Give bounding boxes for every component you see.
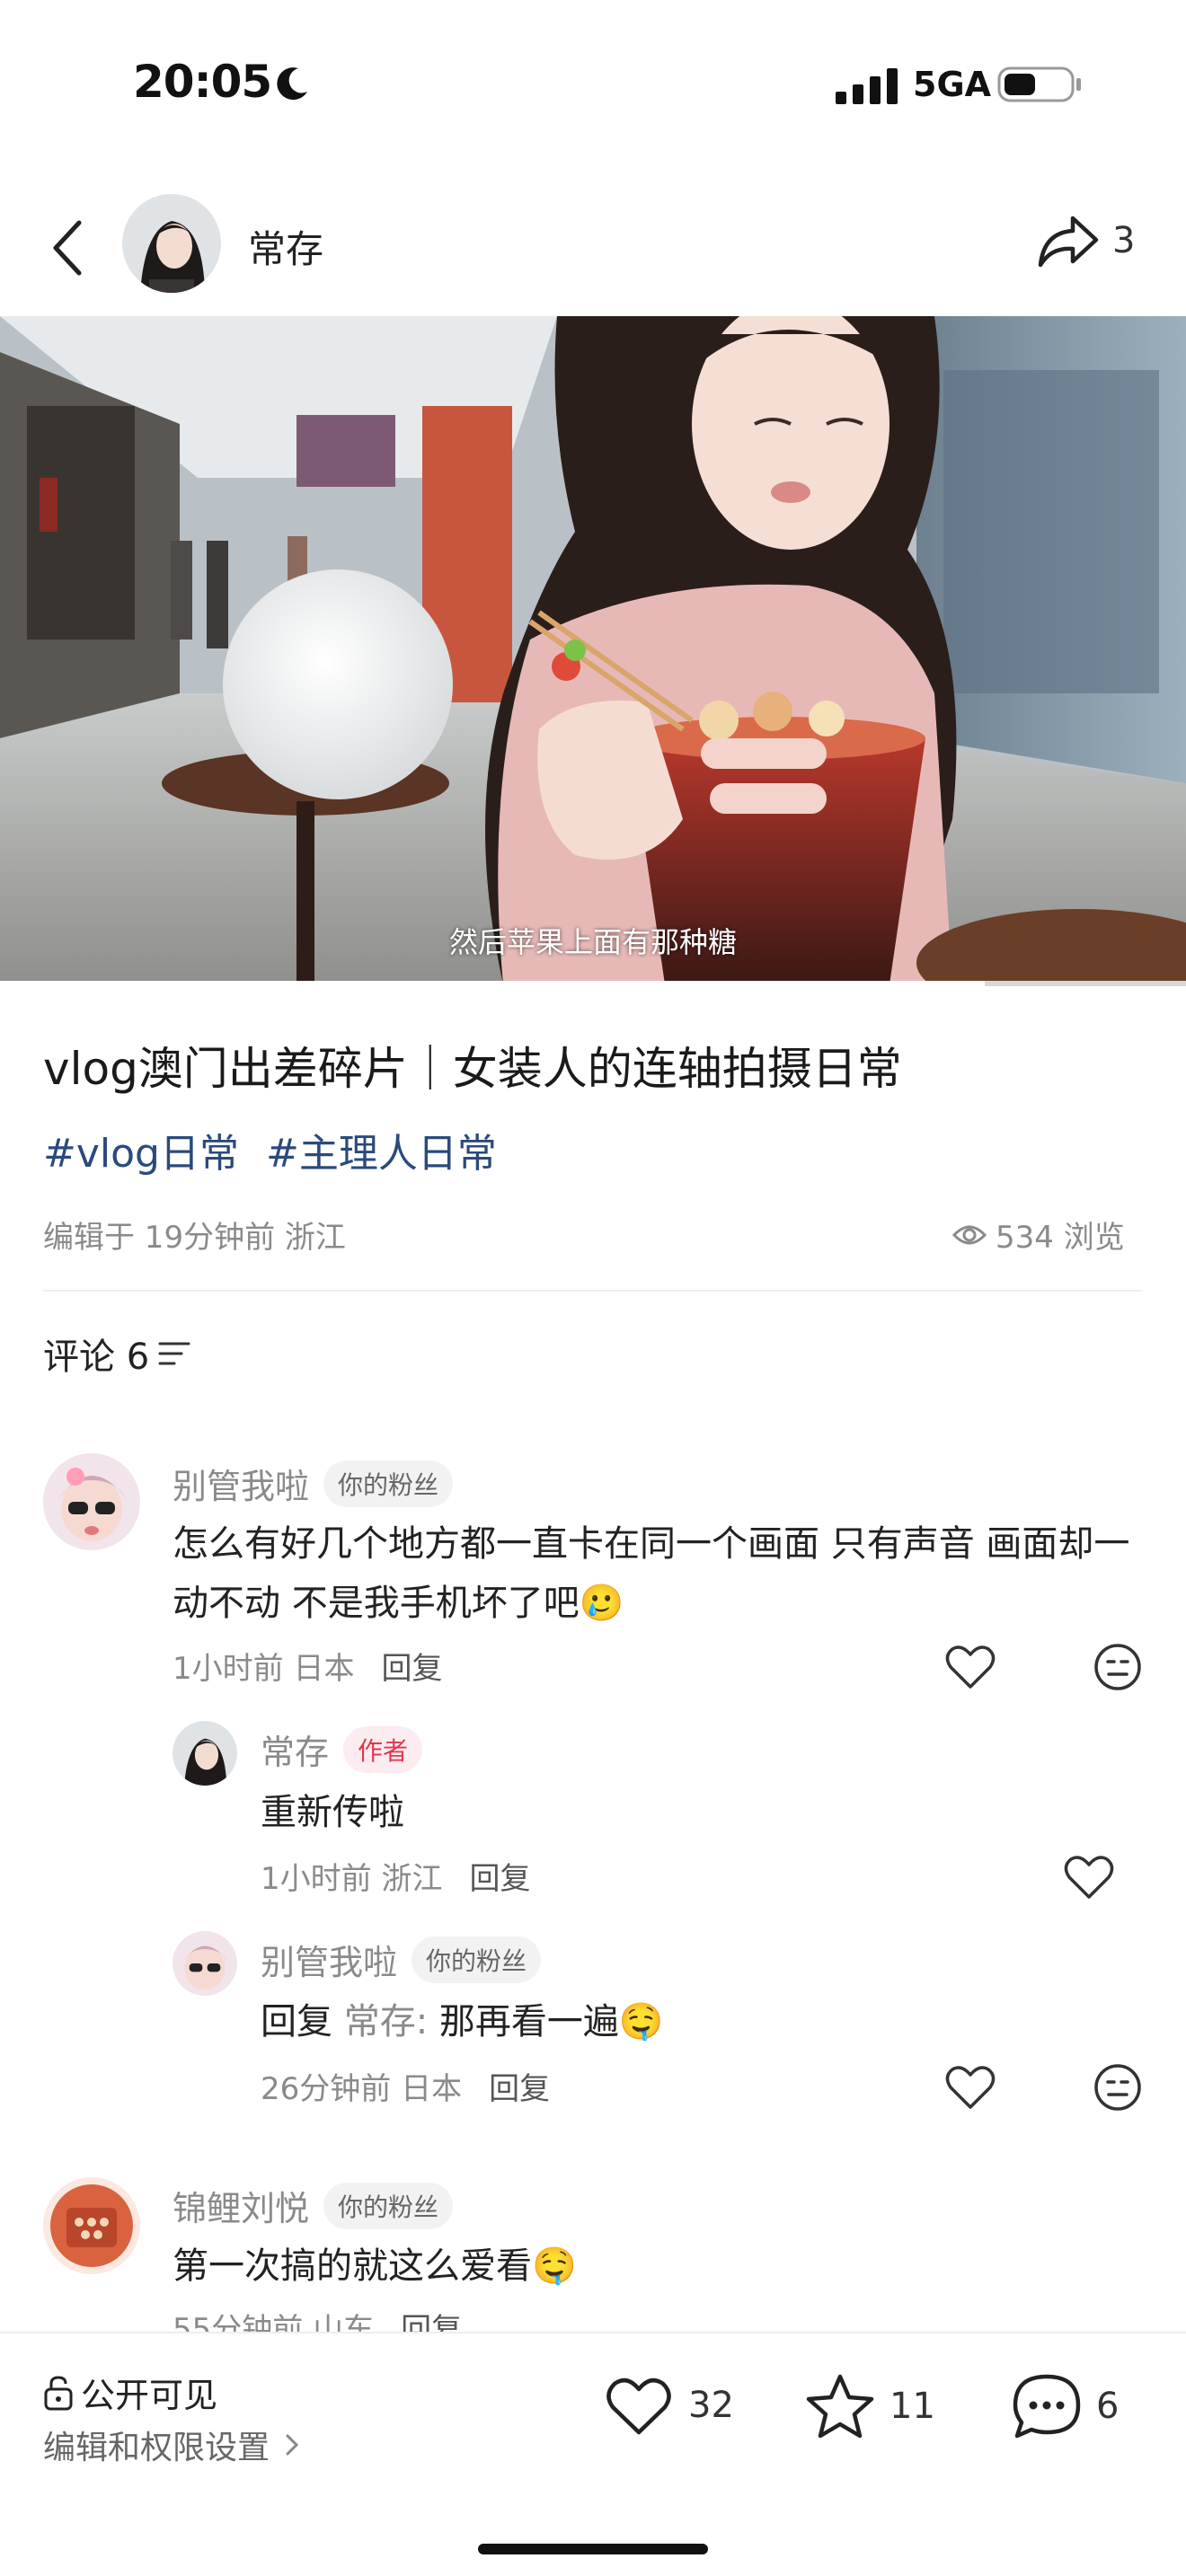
reply-text[interactable]: 回复 常存: 那再看一遍🤤 <box>261 1992 664 2051</box>
tag-owner-daily[interactable]: #主理人日常 <box>266 1121 497 1178</box>
like-count: 32 <box>688 2385 734 2426</box>
visibility-status[interactable]: 公开可见 <box>43 2368 217 2417</box>
crying-emoji: 🥲 <box>579 1583 624 1624</box>
comment-body: 第一次搞的就这么爱看 <box>173 2245 532 2287</box>
comment-button[interactable]: 6 <box>1012 2373 1119 2439</box>
divider <box>43 1290 1143 1292</box>
comment-author[interactable]: 别管我啦 你的粉丝 <box>173 1459 454 1508</box>
comment-text[interactable]: 第一次搞的就这么爱看🤤 <box>173 2236 1143 2296</box>
commenter-avatar[interactable] <box>43 2177 140 2274</box>
heart-icon[interactable] <box>943 2060 997 2114</box>
favorite-button[interactable]: 11 <box>805 2373 935 2439</box>
share-button[interactable]: 3 <box>1037 205 1163 277</box>
fan-badge: 你的粉丝 <box>323 2182 454 2229</box>
author-name[interactable]: 常存 <box>248 219 323 274</box>
chevron-right-icon <box>286 2434 299 2456</box>
comment-body: 怎么有好几个地方都一直卡在同一个画面 只有声音 画面却一动不动 不是我手机坏了吧 <box>173 1523 1130 1624</box>
lock-icon <box>44 2375 73 2410</box>
like-button[interactable]: 32 <box>604 2373 734 2438</box>
commenter-avatar[interactable] <box>43 1453 140 1550</box>
heart-icon[interactable] <box>1062 1850 1116 1904</box>
view-count: 534 浏览 <box>952 1213 1125 1257</box>
comments-count-label: 评论 6 <box>43 1337 150 1378</box>
view-count-text: 534 浏览 <box>996 1220 1125 1256</box>
dislike-face-icon[interactable] <box>1091 2060 1145 2114</box>
fan-badge: 你的粉丝 <box>412 1936 542 1983</box>
author-badge: 作者 <box>343 1725 423 1773</box>
star-icon <box>806 2374 874 2439</box>
post-tags: #vlog日常 #主理人日常 <box>43 1121 497 1178</box>
fan-badge: 你的粉丝 <box>323 1460 454 1507</box>
tag-vlog[interactable]: #vlog日常 <box>43 1121 239 1178</box>
comment-count: 6 <box>1096 2386 1120 2427</box>
comment-bubble-icon <box>1013 2374 1081 2439</box>
author-avatar[interactable] <box>122 194 221 293</box>
video-frame <box>0 316 1186 984</box>
reply-to-name[interactable]: 常存: <box>344 2001 428 2042</box>
video-subtitle: 然后苹果上面有那种糖 <box>448 925 737 959</box>
favorite-count: 11 <box>890 2386 935 2427</box>
share-icon <box>1038 216 1099 268</box>
sort-icon[interactable] <box>158 1338 192 1369</box>
reply-meta: 26分钟前 日本 回复 <box>261 2064 550 2108</box>
reply-body: 那再看一遍 <box>438 2001 619 2042</box>
network-type: 5GA <box>913 65 992 104</box>
reply-time-location: 26分钟前 日本 <box>261 2071 463 2107</box>
bottom-bar: 公开可见 编辑和权限设置 32 11 6 <box>0 2332 1186 2576</box>
status-time: 20:05 <box>133 56 272 108</box>
signal-icon <box>836 68 898 104</box>
comment-text[interactable]: 怎么有好几个地方都一直卡在同一个画面 只有声音 画面却一动不动 不是我手机坏了吧… <box>173 1514 1143 1633</box>
reply-time-location: 1小时前 浙江 <box>261 1861 443 1897</box>
reply-commenter[interactable]: 别管我啦 你的粉丝 <box>261 1935 542 1984</box>
comment-author-name[interactable]: 锦鲤刘悦 <box>173 2181 309 2230</box>
heart-icon <box>606 2378 671 2435</box>
reply-commenter-name[interactable]: 别管我啦 <box>261 1935 397 1984</box>
post-header: 常存 3 <box>0 180 1186 314</box>
reply-button[interactable]: 回复 <box>469 1854 530 1898</box>
reply-author-name[interactable]: 常存 <box>261 1725 329 1774</box>
back-arrow-icon[interactable] <box>43 212 93 284</box>
reply-meta: 1小时前 浙江 回复 <box>261 1854 530 1898</box>
video-progress-bar[interactable] <box>0 981 1186 986</box>
reply-button[interactable]: 回复 <box>489 2064 550 2108</box>
drooling-emoji: 🤤 <box>618 2001 664 2042</box>
share-count: 3 <box>1112 220 1136 261</box>
status-bar: 20:05 5GA <box>0 0 1186 171</box>
home-indicator[interactable] <box>478 2544 708 2554</box>
dislike-face-icon[interactable] <box>1091 1640 1145 1694</box>
heart-icon[interactable] <box>943 1640 997 1694</box>
reply-text[interactable]: 重新传啦 <box>261 1783 404 1842</box>
post-title: vlog澳门出差碎片｜女装人的连轴拍摄日常 <box>43 1043 902 1095</box>
edit-permissions-label: 编辑和权限设置 <box>43 2430 270 2466</box>
comment-author-name[interactable]: 别管我啦 <box>173 1459 309 1508</box>
reply-author[interactable]: 常存 作者 <box>261 1725 423 1774</box>
reply-author-avatar[interactable] <box>173 1721 237 1786</box>
reply-commenter-avatar[interactable] <box>173 1931 237 1996</box>
reply-prefix: 回复 <box>261 2001 332 2042</box>
visibility-label: 公开可见 <box>81 2376 218 2415</box>
reply-button[interactable]: 回复 <box>381 1644 442 1688</box>
drooling-emoji: 🤤 <box>532 2245 577 2287</box>
edit-permissions-link[interactable]: 编辑和权限设置 <box>43 2422 300 2468</box>
post-meta: 编辑于 19分钟前 浙江 <box>43 1220 346 1256</box>
comment-meta: 1小时前 日本 回复 <box>173 1644 442 1688</box>
comment-author[interactable]: 锦鲤刘悦 你的粉丝 <box>173 2181 454 2230</box>
video-progress-fill <box>0 981 985 986</box>
moon-icon <box>277 67 307 101</box>
comments-header[interactable]: 评论 6 <box>43 1328 192 1380</box>
eye-icon <box>952 1225 987 1244</box>
comment-time-location: 1小时前 日本 <box>173 1651 355 1687</box>
video-player[interactable] <box>0 316 1186 984</box>
battery-icon <box>997 66 1081 102</box>
